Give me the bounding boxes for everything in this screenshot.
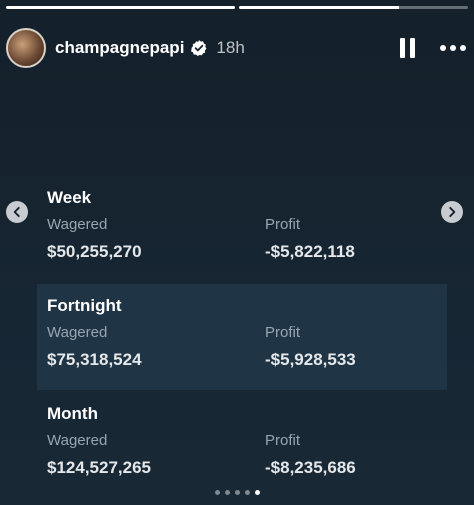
avatar[interactable] [6,28,46,68]
carousel-indicator [0,490,474,495]
profit-value: -$8,235,686 [265,458,356,477]
progress-fill [239,6,400,9]
chevron-left-icon [13,206,20,218]
profit-value: -$5,928,533 [265,350,356,369]
carousel-dot [244,490,250,495]
stats-card-month: Month Wagered Profit $124,527,265 -$8,23… [37,394,447,494]
story-viewer: champagnepapi 18h Week Wagered Profit $5… [0,0,474,505]
more-options-icon[interactable] [440,45,466,51]
profit-label: Profit [265,432,301,449]
profit-value: -$5,822,118 [265,242,355,261]
progress-segment [239,6,468,9]
progress-fill [6,6,235,9]
story-progress [6,6,468,9]
wagered-label: Wagered [47,324,108,341]
profit-label: Profit [265,324,301,341]
carousel-dot [234,490,240,495]
wagered-label: Wagered [47,432,108,449]
story-header: champagnepapi 18h [6,26,466,70]
pause-icon[interactable] [400,38,416,58]
wagered-value: $75,318,524 [47,350,142,369]
chevron-right-icon [449,206,456,218]
wagered-label: Wagered [47,216,108,233]
previous-slide-button[interactable] [6,201,28,223]
wagered-value: $124,527,265 [47,458,151,477]
period-title: Fortnight [47,296,122,315]
carousel-dot [224,490,230,495]
username[interactable]: champagnepapi [55,38,184,58]
verified-badge-icon [191,40,207,56]
post-time: 18h [216,38,245,57]
stats-card-week: Week Wagered Profit $50,255,270 -$5,822,… [37,178,447,282]
period-title: Week [47,188,92,207]
stats-card-fortnight: Fortnight Wagered Profit $75,318,524 -$5… [37,284,447,390]
progress-segment [6,6,235,9]
wagered-value: $50,255,270 [47,242,142,261]
carousel-dot [214,490,220,495]
carousel-dot [254,490,260,495]
profit-label: Profit [265,216,301,233]
period-title: Month [47,404,98,423]
